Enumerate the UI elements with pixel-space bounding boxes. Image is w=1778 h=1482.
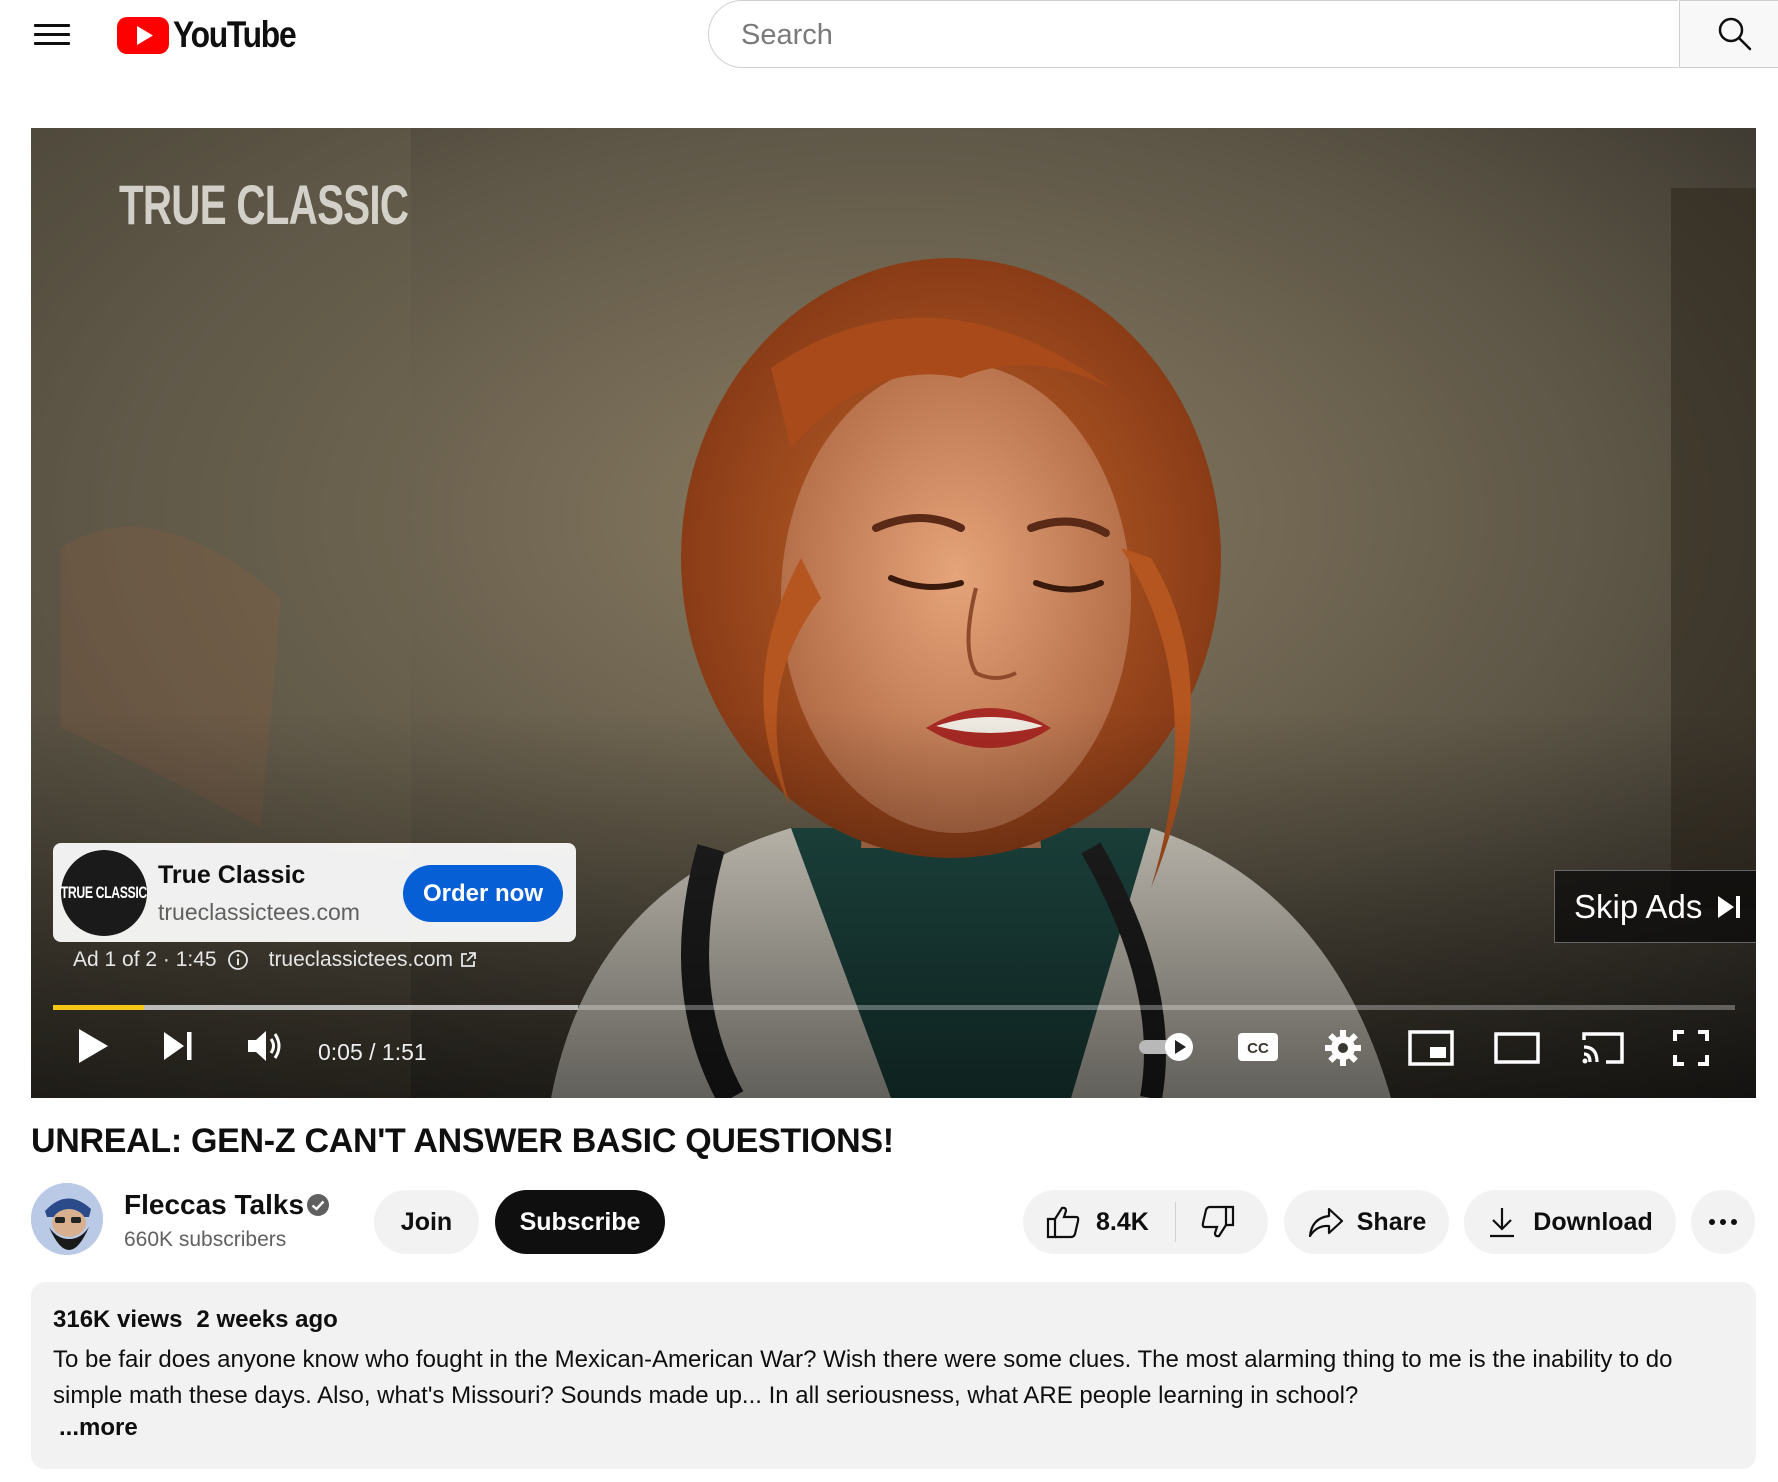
thumbs-up-icon: [1046, 1206, 1080, 1239]
svg-text:CC: CC: [1247, 1040, 1269, 1057]
channel-avatar-image: [31, 1183, 103, 1255]
ad-remaining-time: 1:45: [175, 948, 217, 971]
autoplay-toggle-icon[interactable]: [1137, 1031, 1199, 1063]
order-now-button[interactable]: Order now: [403, 865, 563, 922]
menu-icon: [34, 24, 70, 27]
search-icon: [1718, 17, 1752, 51]
progress-played: [53, 1005, 144, 1010]
logo-wordmark: YouTube: [173, 14, 297, 55]
like-button[interactable]: 8.4K: [1023, 1190, 1149, 1254]
settings-gear-icon[interactable]: [1323, 1028, 1363, 1068]
captions-icon[interactable]: CC: [1236, 1031, 1280, 1063]
skip-next-icon: [1718, 895, 1741, 918]
like-dislike-group: 8.4K: [1023, 1190, 1268, 1254]
fullscreen-icon[interactable]: [1672, 1029, 1710, 1067]
advertiser-avatar-text: TRUE CLASSIC: [60, 883, 148, 902]
progress-bar[interactable]: [53, 1005, 1735, 1010]
advertiser-url[interactable]: trueclassictees.com: [158, 899, 360, 926]
cast-icon[interactable]: [1580, 1030, 1626, 1066]
search-button[interactable]: [1679, 0, 1778, 68]
ad-external-link[interactable]: trueclassictees.com: [269, 948, 477, 972]
channel-name[interactable]: Fleccas Talks: [124, 1189, 304, 1221]
download-icon: [1490, 1208, 1515, 1238]
volume-icon[interactable]: [245, 1028, 285, 1064]
more-actions-button[interactable]: [1691, 1190, 1755, 1254]
theater-mode-icon[interactable]: [1494, 1032, 1540, 1064]
upload-age: 2 weeks ago: [196, 1306, 338, 1333]
video-player[interactable]: TRUE CLASSIC TRUE CLASSIC True Classic t…: [31, 128, 1756, 1098]
play-icon[interactable]: [75, 1026, 111, 1066]
verified-icon: [307, 1194, 329, 1216]
ad-position-text: Ad 1 of 2: [73, 948, 158, 971]
like-count: 8.4K: [1096, 1207, 1149, 1236]
advertiser-avatar[interactable]: TRUE CLASSIC: [61, 850, 147, 936]
search-box: [708, 0, 1678, 69]
ad-card[interactable]: TRUE CLASSIC True Classic trueclassictee…: [53, 843, 576, 942]
view-count: 316K views: [53, 1306, 183, 1333]
skip-ads-label: Skip Ads: [1574, 887, 1703, 925]
youtube-logo[interactable]: YouTube: [117, 14, 315, 56]
description-text: To be fair does anyone know who fought i…: [53, 1346, 1673, 1409]
info-icon[interactable]: [227, 949, 249, 971]
time-display: 0:05 / 1:51: [318, 1039, 427, 1065]
advertiser-name[interactable]: True Classic: [158, 861, 305, 890]
share-arrow-icon: [1308, 1207, 1343, 1238]
guide-menu-button[interactable]: [30, 18, 74, 50]
join-button[interactable]: Join: [374, 1190, 479, 1254]
share-button[interactable]: Share: [1284, 1190, 1449, 1254]
thumbs-down-icon: [1201, 1205, 1235, 1238]
ad-brand-watermark: TRUE CLASSIC: [119, 173, 409, 236]
dislike-button[interactable]: [1176, 1190, 1236, 1254]
share-label: Share: [1356, 1207, 1427, 1236]
miniplayer-icon[interactable]: [1408, 1030, 1454, 1066]
skip-ads-button[interactable]: Skip Ads: [1554, 870, 1756, 943]
download-button[interactable]: Download: [1464, 1190, 1676, 1254]
external-link-icon: [461, 952, 476, 967]
search-input[interactable]: [739, 1, 1643, 69]
ad-info-row: Ad 1 of 2 · 1:45 trueclassictees.com: [73, 948, 477, 972]
youtube-play-icon: [117, 16, 169, 54]
subscriber-count: 660K subscribers: [124, 1228, 287, 1251]
ad-link-text: trueclassictees.com: [268, 948, 454, 971]
channel-avatar[interactable]: [31, 1183, 103, 1255]
download-label: Download: [1533, 1207, 1653, 1236]
more-horiz-icon: [1709, 1219, 1737, 1225]
video-title: UNREAL: GEN-Z CAN'T ANSWER BASIC QUESTIO…: [31, 1122, 894, 1160]
next-icon[interactable]: [161, 1029, 195, 1063]
description-box[interactable]: 316K views 2 weeks ago To be fair does an…: [31, 1282, 1756, 1469]
subscribe-button[interactable]: Subscribe: [495, 1190, 665, 1254]
show-more-link[interactable]: ...more: [59, 1414, 138, 1442]
description-meta: 316K views 2 weeks ago: [53, 1306, 352, 1334]
